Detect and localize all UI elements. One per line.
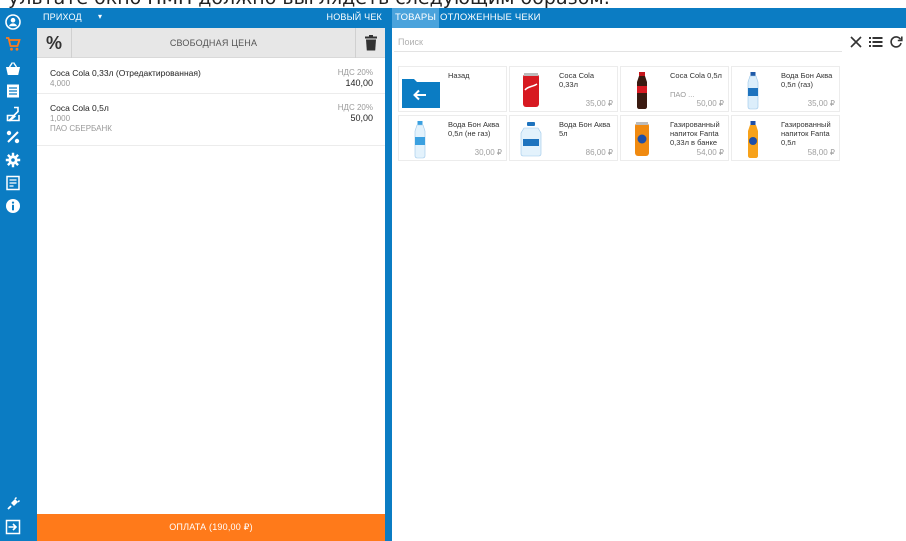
receipt-item-sum: 50,00 bbox=[350, 113, 373, 123]
receipt-item[interactable]: Coca Cola 0,5л 1,000 ПАО СБЕРБАНК НДС 20… bbox=[37, 94, 385, 146]
tab-deferred-checks[interactable]: ОТЛОЖЕННЫЕ ЧЕКИ bbox=[437, 8, 544, 28]
basket-icon[interactable] bbox=[4, 60, 22, 78]
fanta-can-icon bbox=[635, 122, 649, 156]
product-price: 58,00 ₽ bbox=[807, 148, 835, 157]
product-tile[interactable]: Газированный напиток Fanta 0,5л 58,00 ₽ bbox=[731, 115, 840, 161]
top-caption: ультате окно ПМП должно выглядеть следую… bbox=[0, 0, 906, 8]
logout-icon[interactable] bbox=[4, 518, 22, 536]
product-name: Вода Бон Аква 0,5л (не газ) bbox=[448, 120, 500, 138]
cola-can-icon bbox=[523, 73, 539, 107]
water-bottle-icon bbox=[414, 121, 426, 159]
receipt-item[interactable]: Coca Cola 0,33л (Отредактированная) 4,00… bbox=[37, 59, 385, 94]
receipt-panel: ПРИХОД ▾ НОВЫЙ ЧЕК % СВОБОДНАЯ ЦЕНА Coca… bbox=[26, 8, 388, 541]
cola-bottle-icon bbox=[637, 72, 647, 109]
receipt-body: % СВОБОДНАЯ ЦЕНА Coca Cola 0,33л (Отреда… bbox=[37, 28, 385, 514]
tab-products[interactable]: ТОВАРЫ bbox=[392, 8, 440, 28]
product-price: 86,00 ₽ bbox=[585, 148, 613, 157]
receipt-item-org: ПАО СБЕРБАНК bbox=[50, 124, 112, 133]
user-icon[interactable] bbox=[4, 13, 22, 31]
top-caption-text: ультате окно ПМП должно выглядеть следую… bbox=[8, 0, 610, 8]
product-price: 50,00 ₽ bbox=[696, 99, 724, 108]
receipt-item-name: Coca Cola 0,33л (Отредактированная) bbox=[50, 68, 201, 78]
receipt-mode-dropdown[interactable]: ПРИХОД bbox=[43, 12, 82, 22]
back-label: Назад bbox=[448, 71, 470, 80]
products-tabs: ТОВАРЫ ОТЛОЖЕННЫЕ ЧЕКИ bbox=[388, 8, 906, 28]
product-tile[interactable]: Вода Бон Аква 0,5л (не газ) 30,00 ₽ bbox=[398, 115, 507, 161]
chevron-down-icon[interactable]: ▾ bbox=[98, 12, 102, 21]
receipt-header: ПРИХОД ▾ НОВЫЙ ЧЕК bbox=[26, 8, 388, 28]
info-icon[interactable] bbox=[4, 197, 22, 215]
water-bottle-icon bbox=[747, 72, 759, 110]
product-name: Вода Бон Аква 0,5л (газ) bbox=[781, 71, 833, 89]
product-org: ПАО ... bbox=[670, 90, 695, 99]
receipt-toolbar: % СВОБОДНАЯ ЦЕНА bbox=[37, 28, 385, 58]
back-arrow-icon bbox=[402, 79, 440, 108]
receipt-item-sum: 140,00 bbox=[345, 78, 373, 88]
receipt-item-name: Coca Cola 0,5л bbox=[50, 103, 109, 113]
nav-rail bbox=[0, 8, 26, 541]
fanta-bottle-icon bbox=[748, 121, 758, 158]
product-price: 54,00 ₽ bbox=[696, 148, 724, 157]
panel-divider bbox=[388, 28, 392, 541]
receipt-item-vat: НДС 20% bbox=[337, 103, 373, 112]
product-tile[interactable]: Coca Cola 0,33л 35,00 ₽ bbox=[509, 66, 618, 112]
gear-icon[interactable] bbox=[4, 151, 22, 169]
app-window: ультате окно ПМП должно выглядеть следую… bbox=[0, 0, 906, 541]
product-name: Вода Бон Аква 5л bbox=[559, 120, 611, 138]
product-price: 35,00 ₽ bbox=[585, 99, 613, 108]
product-grid: Назад Coca Cola 0,33л 35,00 ₽ Coca Cola … bbox=[398, 66, 840, 166]
discount-button[interactable]: % bbox=[37, 28, 72, 58]
search-input[interactable] bbox=[394, 32, 842, 52]
free-price-button[interactable]: СВОБОДНАЯ ЦЕНА bbox=[72, 28, 355, 58]
list-view-icon[interactable] bbox=[868, 34, 884, 50]
receipt-item-vat: НДС 20% bbox=[337, 68, 373, 77]
product-name: Газированный напиток Fanta 0,5л bbox=[781, 120, 831, 147]
product-name: Coca Cola 0,33л bbox=[559, 71, 595, 89]
new-check-button[interactable]: НОВЫЙ ЧЕК bbox=[327, 12, 382, 22]
search-bar bbox=[394, 32, 904, 52]
product-tile[interactable]: Вода Бон Аква 5л 86,00 ₽ bbox=[509, 115, 618, 161]
flask-icon[interactable] bbox=[4, 105, 22, 123]
percent-icon[interactable] bbox=[4, 128, 22, 146]
water-jug-icon bbox=[520, 122, 542, 157]
cart-icon[interactable] bbox=[4, 35, 22, 53]
receipt-item-qty: 1,000 bbox=[50, 114, 71, 123]
back-tile[interactable]: Назад bbox=[398, 66, 507, 112]
trash-icon[interactable] bbox=[355, 28, 385, 58]
close-icon[interactable] bbox=[848, 34, 864, 50]
plug-icon[interactable] bbox=[4, 495, 22, 513]
product-price: 30,00 ₽ bbox=[474, 148, 502, 157]
refresh-icon[interactable] bbox=[888, 34, 904, 50]
product-tile[interactable]: Газированный напиток Fanta 0,33л в банке… bbox=[620, 115, 729, 161]
product-tile[interactable]: Вода Бон Аква 0,5л (газ) 35,00 ₽ bbox=[731, 66, 840, 112]
products-panel: ТОВАРЫ ОТЛОЖЕННЫЕ ЧЕКИ Назад bbox=[388, 8, 906, 541]
product-name: Coca Cola 0,5л bbox=[670, 71, 722, 80]
document-icon[interactable] bbox=[4, 82, 22, 100]
receipt-item-qty: 4,000 bbox=[50, 79, 71, 88]
product-name: Газированный напиток Fanta 0,33л в банке bbox=[670, 120, 720, 147]
report-icon[interactable] bbox=[4, 174, 22, 192]
product-price: 35,00 ₽ bbox=[807, 99, 835, 108]
pay-button[interactable]: ОПЛАТА (190,00 ₽) bbox=[37, 514, 385, 541]
product-tile[interactable]: Coca Cola 0,5л ПАО ... 50,00 ₽ bbox=[620, 66, 729, 112]
